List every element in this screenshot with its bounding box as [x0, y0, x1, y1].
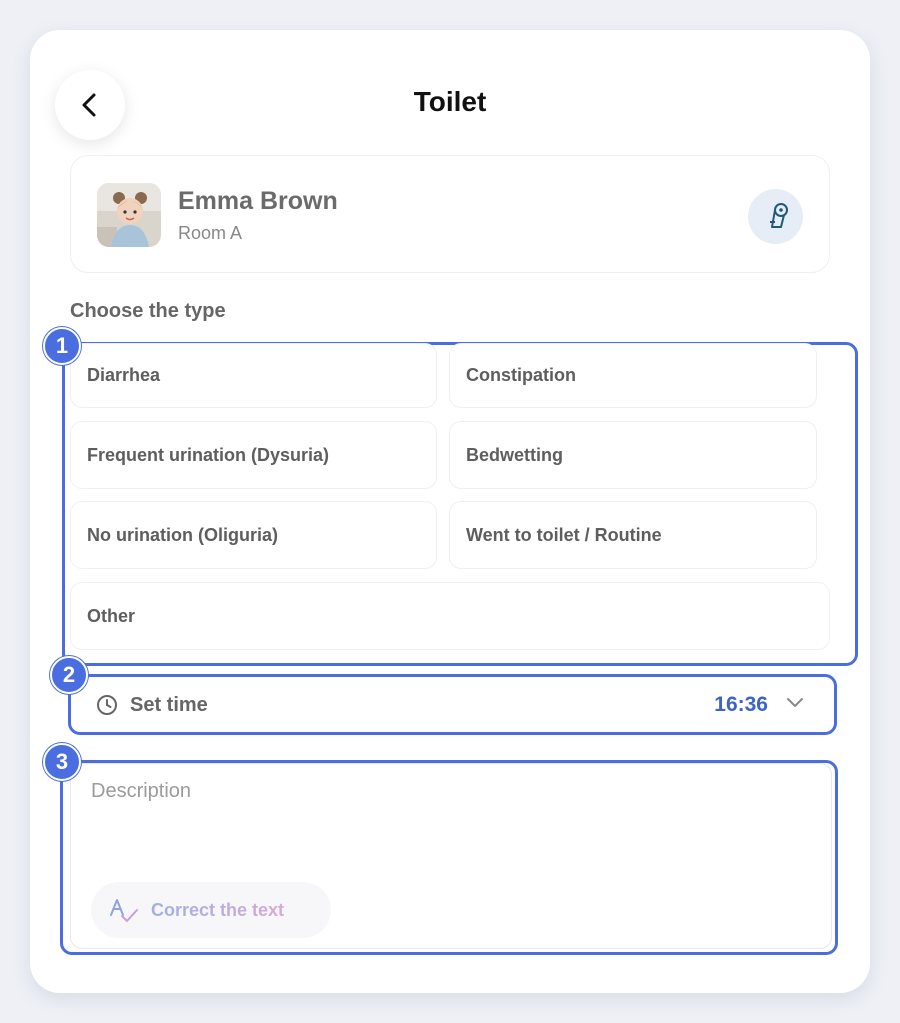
type-option-dysuria[interactable]: Frequent urination (Dysuria) — [70, 421, 437, 489]
chevron-down-icon — [786, 696, 804, 714]
annotation-badge-3: 3 — [43, 743, 81, 781]
page-title: Toilet — [413, 86, 487, 117]
type-option-bedwetting[interactable]: Bedwetting — [449, 421, 817, 489]
description-field[interactable]: Description Correct the text — [70, 763, 832, 949]
avatar — [97, 183, 161, 247]
correct-text-button[interactable]: Correct the text — [91, 882, 331, 938]
correct-text-label: Correct the text — [151, 899, 285, 920]
toilet-paper-icon — [748, 189, 803, 244]
clock-icon — [96, 694, 118, 716]
annotation-badge-2: 2 — [50, 656, 88, 694]
spellcheck-icon — [109, 897, 139, 923]
description-placeholder: Description — [91, 780, 192, 802]
type-option-routine[interactable]: Went to toilet / Routine — [449, 501, 817, 569]
child-name: Emma Brown — [178, 187, 338, 215]
choose-type-label: Choose the type — [70, 300, 226, 322]
type-option-oliguria[interactable]: No urination (Oliguria) — [70, 501, 437, 569]
type-option-diarrhea[interactable]: Diarrhea — [70, 343, 437, 408]
set-time-label: Set time — [130, 693, 208, 716]
child-room: Room A — [178, 223, 243, 243]
child-profile-card: Emma Brown Room A — [70, 155, 830, 273]
type-option-constipation[interactable]: Constipation — [449, 343, 817, 408]
time-value: 16:36 — [714, 693, 768, 716]
set-time-row[interactable]: Set time 16:36 — [80, 678, 824, 732]
annotation-badge-1: 1 — [43, 327, 81, 365]
type-option-other[interactable]: Other — [70, 582, 830, 650]
